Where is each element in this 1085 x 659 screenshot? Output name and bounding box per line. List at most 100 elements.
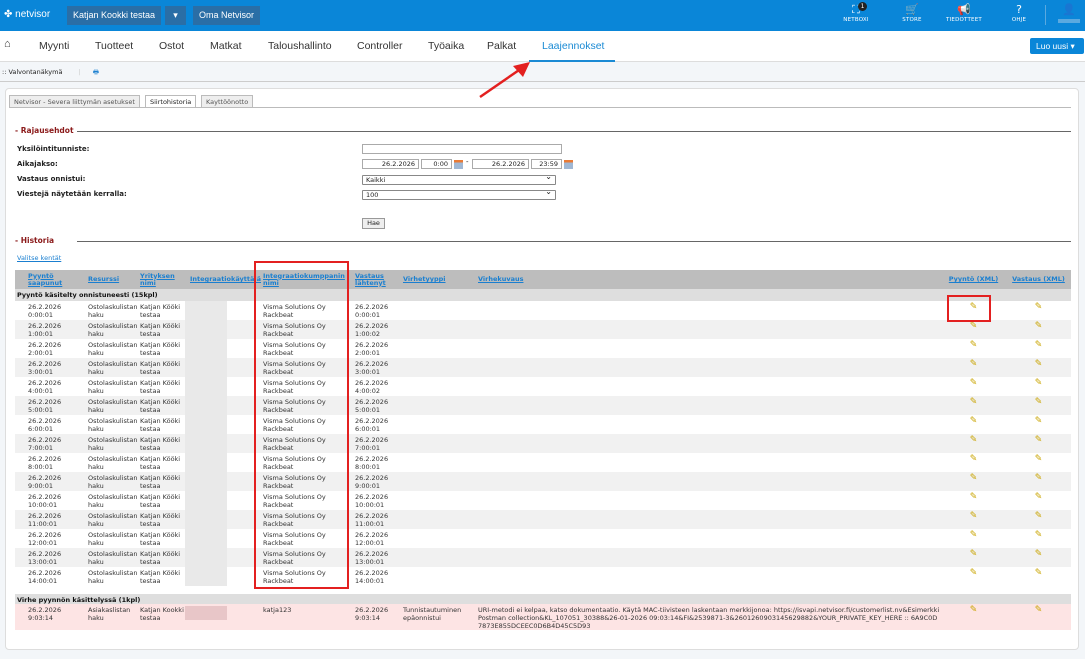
nav-taloushallinto[interactable]: Taloushallinto [268, 40, 332, 52]
calendar-icon[interactable] [564, 160, 573, 169]
ohje-button[interactable]: ? OHJE [999, 3, 1039, 23]
end-date-input[interactable]: 26.2.2026 [472, 159, 529, 169]
view-response-xml-icon[interactable]: ✎ [1035, 493, 1043, 502]
view-request-xml-icon[interactable]: ✎ [970, 360, 978, 369]
start-date-input[interactable]: 26.2.2026 [362, 159, 419, 169]
choose-fields-link[interactable]: Valitse kentät [17, 254, 61, 262]
cell-integration-user [185, 453, 259, 472]
view-request-xml-icon[interactable]: ✎ [970, 474, 978, 483]
view-request-xml-icon[interactable]: ✎ [970, 341, 978, 350]
view-request-xml-icon[interactable]: ✎ [970, 512, 978, 521]
home-icon[interactable]: ⌂ [4, 38, 11, 50]
view-response-xml-icon[interactable]: ✎ [1035, 455, 1043, 464]
netvisor-logo[interactable]: ✤ netvisor [4, 9, 50, 20]
cell-resource: Asiakaslistan haku [75, 604, 135, 630]
col-virhetyyppi[interactable]: Virhetyyppi [403, 275, 446, 283]
view-response-xml-icon[interactable]: ✎ [1035, 360, 1043, 369]
cell-resource: Ostolaskulistan haku [75, 396, 138, 415]
col-resurssi[interactable]: Resurssi [88, 275, 119, 283]
netboxi-button[interactable]: ⛶ 1 NETBOXI [836, 2, 876, 23]
view-request-xml-icon[interactable]: ✎ [970, 531, 978, 540]
col-pyynto-xml[interactable]: Pyyntö (XML) [949, 275, 998, 283]
nav-matkat[interactable]: Matkat [210, 40, 242, 52]
view-response-xml-icon[interactable]: ✎ [1035, 398, 1043, 407]
view-response-xml-icon[interactable]: ✎ [1035, 606, 1043, 615]
view-response-xml-icon[interactable]: ✎ [1035, 322, 1043, 331]
nav-ostot[interactable]: Ostot [159, 40, 184, 52]
view-response-xml-icon[interactable]: ✎ [1035, 550, 1043, 559]
print-icon[interactable]: 🖶 [93, 68, 99, 76]
view-request-xml-icon[interactable]: ✎ [970, 569, 978, 578]
view-request-xml-icon[interactable]: ✎ [970, 606, 978, 615]
cell-error-type [399, 301, 474, 320]
view-request-xml-icon[interactable]: ✎ [970, 417, 978, 426]
col-virhekuvaus[interactable]: Virhekuvaus [478, 275, 523, 283]
view-request-xml-icon[interactable]: ✎ [970, 322, 978, 331]
breadcrumb[interactable]: :: Valvontanäkymä [2, 68, 62, 76]
cell-request-xml: ✎ [941, 510, 1006, 529]
col-integraatiokayttaja[interactable]: Integraatiokäyttäjä [190, 275, 261, 283]
group-success-label: Pyyntö käsitelty onnistuneesti (15kpl) [15, 289, 1071, 301]
count-select[interactable]: 100 [362, 188, 556, 200]
date: 26.2.2026 [355, 379, 389, 387]
view-request-xml-icon[interactable]: ✎ [970, 493, 978, 502]
nav-palkat[interactable]: Palkat [487, 40, 516, 52]
nav-myynti[interactable]: Myynti [39, 40, 69, 52]
tiedotteet-button[interactable]: 📢 TIEDOTTEET [944, 3, 984, 23]
view-response-xml-icon[interactable]: ✎ [1035, 379, 1043, 388]
search-button[interactable]: Hae [362, 218, 385, 229]
company-dropdown-button[interactable]: ▾ [165, 6, 186, 25]
view-request-xml-icon[interactable]: ✎ [970, 550, 978, 559]
end-time-input[interactable]: 23:59 [531, 159, 562, 169]
cell-integration-user [185, 529, 259, 548]
store-button[interactable]: 🛒 STORE [892, 3, 932, 23]
time: 5:00:01 [28, 406, 54, 414]
company-button[interactable]: Katjan Kookki testaa [67, 6, 162, 25]
cell-error-desc [474, 396, 941, 415]
view-request-xml-icon[interactable]: ✎ [970, 455, 978, 464]
start-time-input[interactable]: 0:00 [421, 159, 452, 169]
cell-request-time: 26.2.2026 5:00:01 [15, 396, 75, 415]
cell-error-desc [474, 529, 941, 548]
nav-tuotteet[interactable]: Tuotteet [95, 40, 133, 52]
view-response-xml-icon[interactable]: ✎ [1035, 531, 1043, 540]
cell-request-xml: ✎ [941, 358, 1006, 377]
date: 26.2.2026 [355, 455, 389, 463]
table-row: 26.2.2026 4:00:01 Ostolaskulistan haku Katj… [15, 377, 1071, 396]
col-vastaus-xml[interactable]: Vastaus (XML) [1012, 275, 1065, 283]
response-select[interactable]: Kaikki [362, 173, 556, 185]
redacted-user [185, 301, 227, 320]
view-request-xml-icon[interactable]: ✎ [970, 436, 978, 445]
view-response-xml-icon[interactable]: ✎ [1035, 417, 1043, 426]
calendar-icon[interactable] [454, 160, 463, 169]
luo-uusi-button[interactable]: Luo uusi ▾ [1030, 38, 1084, 54]
user-menu-button[interactable]: 👤 [1049, 3, 1085, 23]
cell-error-desc [474, 548, 941, 567]
col-yrityksen-nimi[interactable]: Yrityksen nimi [140, 272, 175, 287]
oma-netvisor-button[interactable]: Oma Netvisor [193, 6, 261, 25]
col-vastaus-lahtenyt[interactable]: Vastaus lähtenyt [355, 272, 386, 287]
view-response-xml-icon[interactable]: ✎ [1035, 569, 1043, 578]
cell-response-xml: ✎ [1006, 415, 1071, 434]
view-response-xml-icon[interactable]: ✎ [1035, 303, 1043, 312]
view-response-xml-icon[interactable]: ✎ [1035, 474, 1043, 483]
cell-response-time: 26.2.2026 13:00:01 [351, 548, 399, 567]
redacted-user [185, 472, 227, 491]
time: 9:03:14 [355, 614, 381, 622]
time: 13:00:01 [28, 558, 58, 566]
table-row: 26.2.2026 7:00:01 Ostolaskulistan haku Katj… [15, 434, 1071, 453]
view-request-xml-icon[interactable]: ✎ [970, 398, 978, 407]
nav-tyoaika[interactable]: Työaika [428, 40, 464, 52]
view-response-xml-icon[interactable]: ✎ [1035, 341, 1043, 350]
view-response-xml-icon[interactable]: ✎ [1035, 436, 1043, 445]
id-input[interactable] [362, 144, 562, 154]
nav-laajennokset[interactable]: Laajennokset [542, 40, 604, 52]
view-request-xml-icon[interactable]: ✎ [970, 379, 978, 388]
group-error-label: Virhe pyynnön käsittelyssä (1kpl) [15, 586, 1071, 604]
cell-request-time: 26.2.2026 2:00:01 [15, 339, 75, 358]
nav-controller[interactable]: Controller [357, 40, 403, 52]
table-row: 26.2.2026 13:00:01 Ostolaskulistan haku Kat… [15, 548, 1071, 567]
cell-response-time: 26.2.2026 4:00:02 [351, 377, 399, 396]
view-response-xml-icon[interactable]: ✎ [1035, 512, 1043, 521]
col-pyynto-saapunut[interactable]: Pyyntö saapunut [28, 272, 62, 287]
